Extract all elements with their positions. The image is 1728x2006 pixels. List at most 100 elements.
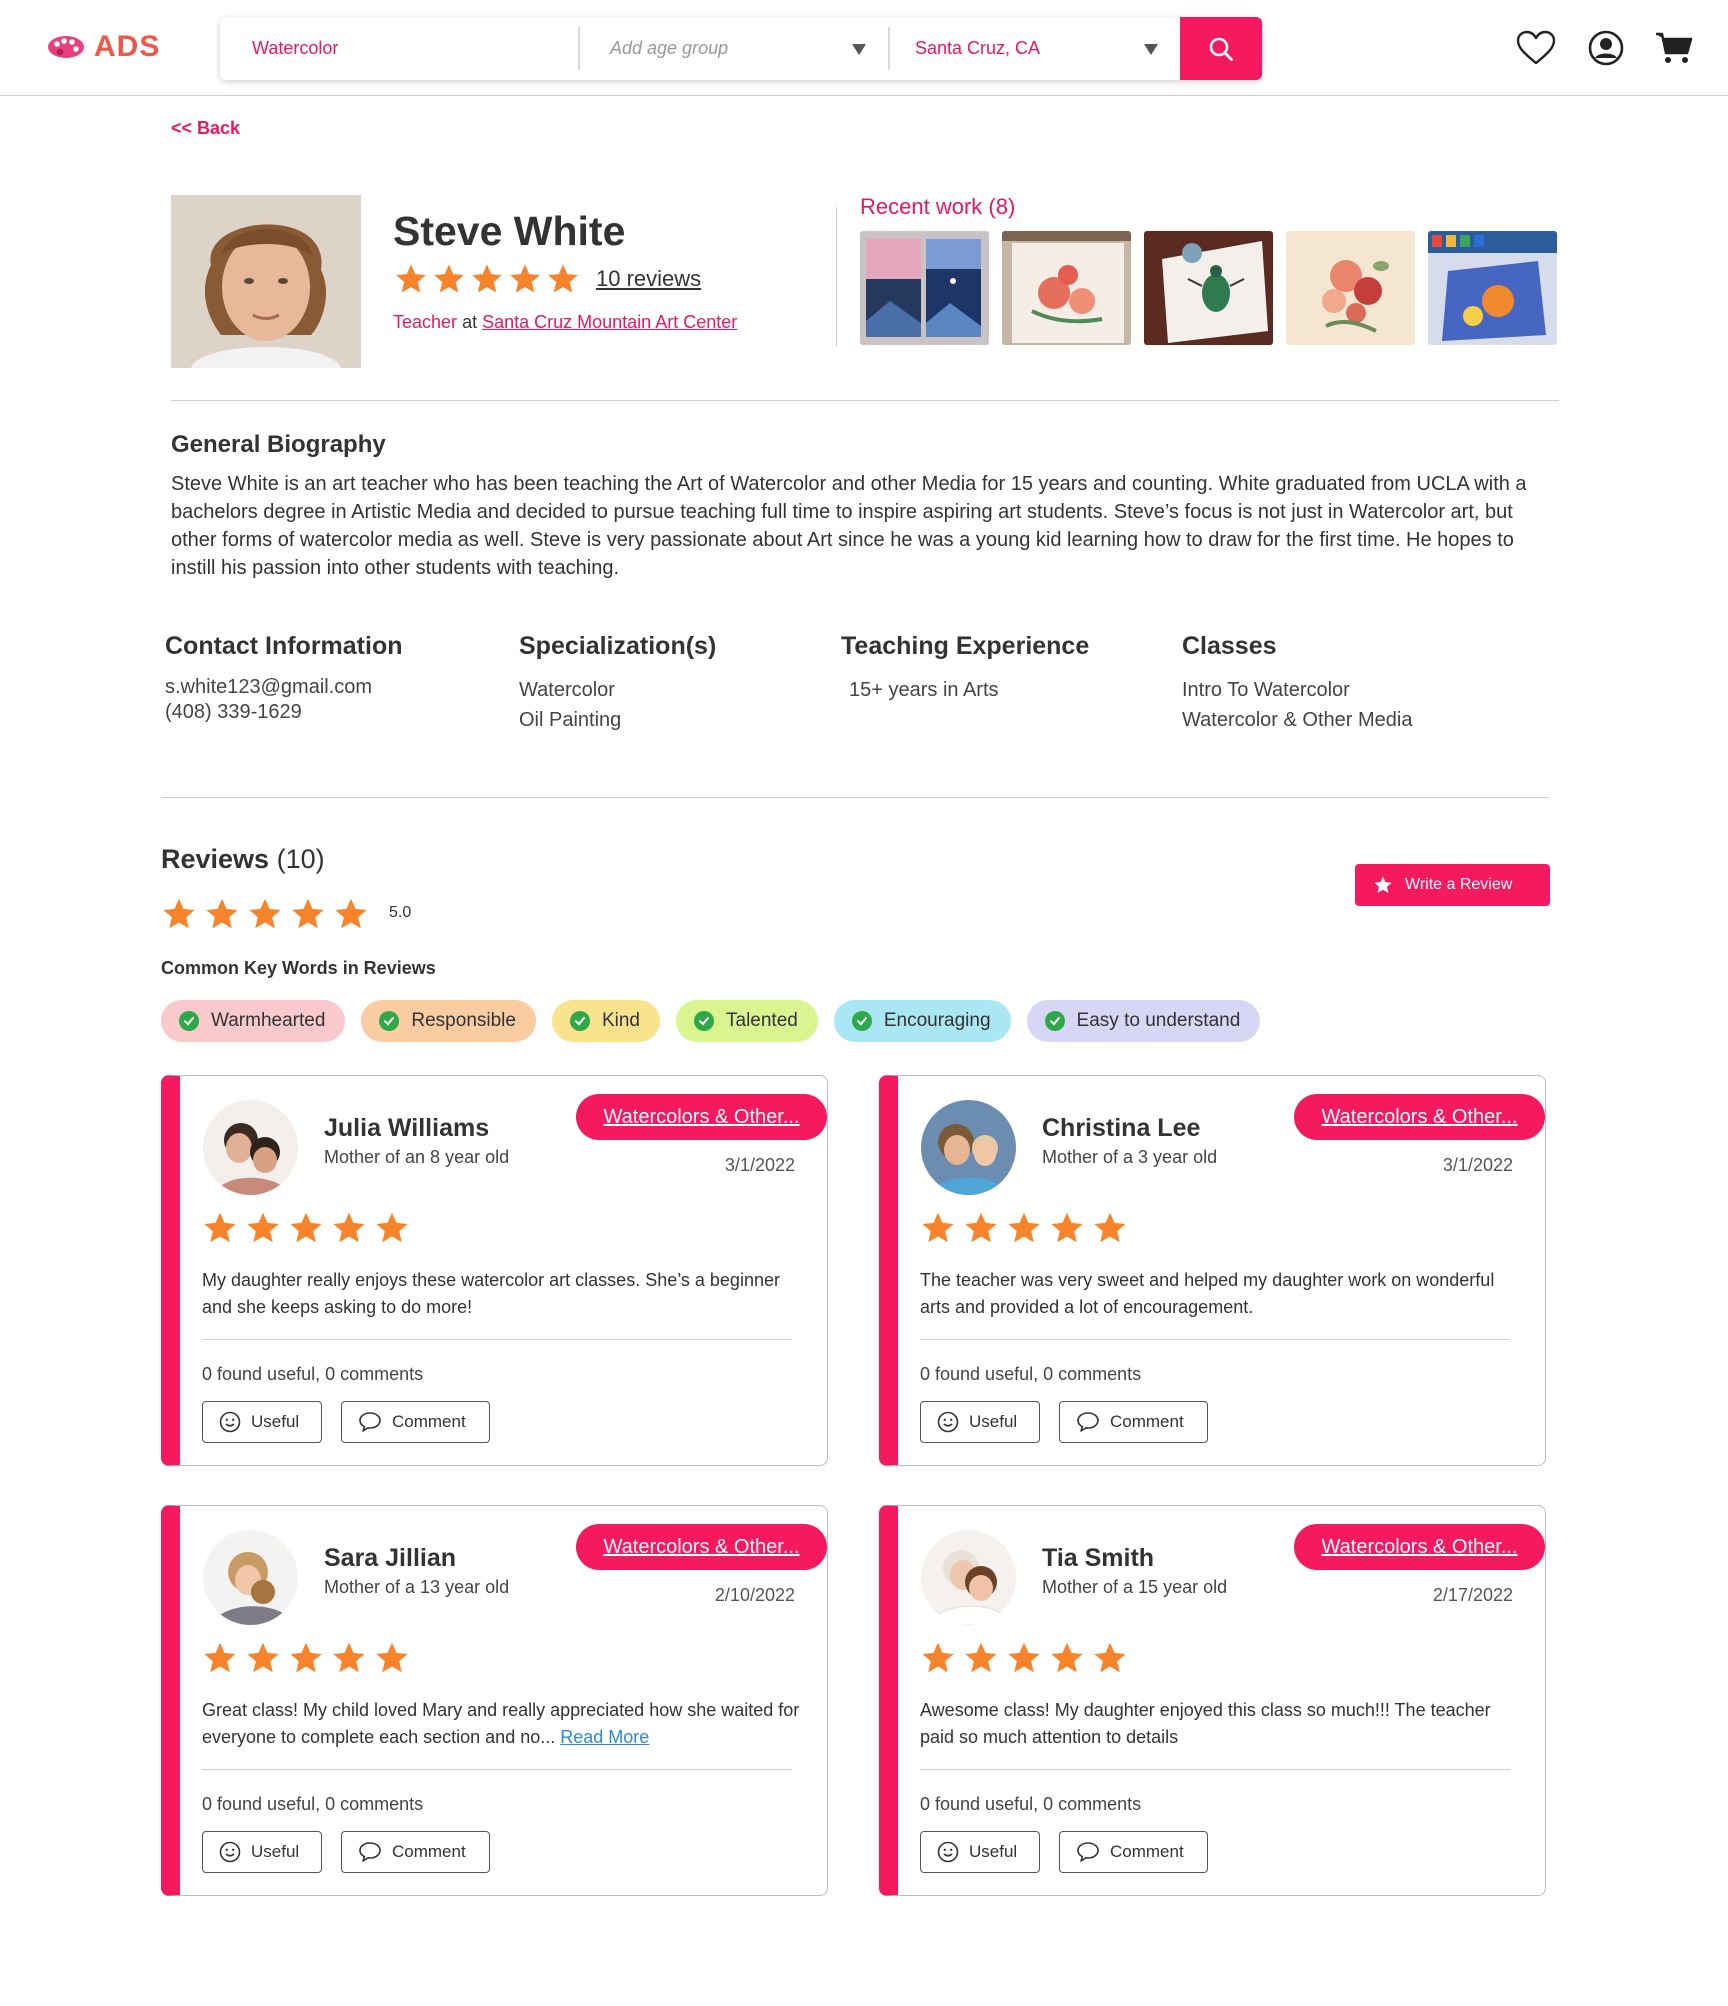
useful-label: Useful <box>251 1412 300 1431</box>
review-text: The teacher was very sweet and helped my… <box>920 1267 1520 1321</box>
review-divider <box>920 1339 1510 1340</box>
average-rating-stars <box>161 896 369 932</box>
speech-bubble-icon <box>359 1412 381 1432</box>
keyword-chip[interactable]: Talented <box>676 1000 818 1042</box>
review-card: Julia Williams Mother of an 8 year old Wat… <box>161 1075 828 1466</box>
comment-label: Comment <box>392 1842 466 1861</box>
comment-button[interactable]: Comment <box>1059 1831 1208 1873</box>
artwork-thumbnail[interactable] <box>1428 231 1557 345</box>
recent-work-title: Recent work (8) <box>860 194 1016 219</box>
star-icon <box>1094 1212 1126 1243</box>
review-rating-stars <box>920 1210 1128 1246</box>
artwork-thumbnail[interactable] <box>860 231 989 345</box>
comment-button[interactable]: Comment <box>341 1831 490 1873</box>
bio-title: General Biography <box>171 431 386 458</box>
review-card: Christina Lee Mother of a 3 year old Water… <box>879 1075 1546 1466</box>
review-date: 2/17/2022 <box>1432 1585 1513 1605</box>
keyword-chip[interactable]: Responsible <box>361 1000 536 1042</box>
affiliation-connector: at <box>462 312 478 332</box>
review-stats: 0 found useful, 0 comments <box>202 1364 424 1384</box>
star-icon <box>396 264 426 293</box>
account-button[interactable] <box>1586 28 1626 68</box>
read-more-link[interactable]: Read More <box>560 1727 649 1747</box>
comment-button[interactable]: Comment <box>341 1401 490 1443</box>
reviews-count-link[interactable]: 10 reviews <box>596 266 701 292</box>
search-bar: Watercolor Add age group Santa Cruz, CA <box>220 17 1262 80</box>
star-icon <box>434 264 464 293</box>
speech-bubble-icon <box>359 1842 381 1862</box>
star-icon <box>965 1212 997 1243</box>
keyword-chips: Warmhearted Responsible Kind Talented Encour… <box>161 1000 1261 1042</box>
review-body: Awesome class! My daughter enjoyed this … <box>920 1700 1491 1747</box>
teacher-rating-stars <box>394 262 580 296</box>
favorites-button[interactable] <box>1516 28 1556 68</box>
section-divider <box>161 797 1549 798</box>
age-group-select[interactable]: Add age group <box>578 27 888 70</box>
star-icon <box>922 1212 954 1243</box>
check-icon <box>694 1011 714 1031</box>
keyword-chip[interactable]: Warmhearted <box>161 1000 346 1042</box>
reviews-title-label: Reviews <box>161 844 270 874</box>
top-nav: ADS Watercolor Add age group Santa Cruz,… <box>0 0 1728 96</box>
reviewer-subtitle: Mother of a 3 year old <box>1042 1147 1218 1167</box>
specialization-item: Oil Painting <box>519 709 622 731</box>
comment-button[interactable]: Comment <box>1059 1401 1208 1443</box>
location-value: Santa Cruz, CA <box>915 38 1041 58</box>
logo[interactable]: ADS <box>46 30 160 64</box>
cart-button[interactable] <box>1654 28 1694 68</box>
review-stats: 0 found useful, 0 comments <box>202 1794 424 1814</box>
keyword-chip[interactable]: Kind <box>551 1000 660 1042</box>
keyword-chip[interactable]: Easy to understand <box>1026 1000 1261 1042</box>
reviewer-name: Julia Williams <box>324 1114 490 1142</box>
class-tag-link[interactable]: Watercolors & Other... <box>576 1094 827 1140</box>
search-query-input[interactable]: Watercolor <box>220 17 578 80</box>
class-tag-link[interactable]: Watercolors & Other... <box>1294 1524 1545 1570</box>
review-date: 3/1/2022 <box>1442 1155 1513 1175</box>
review-card: Tia Smith Mother of a 15 year old Watercol… <box>879 1505 1546 1896</box>
star-icon <box>965 1642 997 1673</box>
star-icon <box>247 1212 279 1243</box>
star-icon <box>335 898 367 929</box>
check-icon <box>1044 1011 1065 1031</box>
keyword-label: Kind <box>601 1010 640 1031</box>
bio-text: Steve White is an art teacher who has be… <box>171 473 1527 579</box>
class-tag-link[interactable]: Watercolors & Other... <box>576 1524 827 1570</box>
artwork-thumbnail[interactable] <box>1002 231 1131 345</box>
star-icon <box>376 1212 408 1243</box>
useful-button[interactable]: Useful <box>202 1401 322 1443</box>
artwork-thumbnail[interactable] <box>1144 231 1273 345</box>
write-review-button[interactable]: Write a Review <box>1355 864 1550 906</box>
useful-button[interactable]: Useful <box>202 1831 322 1873</box>
star-icon <box>333 1642 365 1673</box>
classes-title: Classes <box>1182 632 1277 660</box>
artwork-thumbnail[interactable] <box>1286 231 1415 345</box>
star-icon <box>1008 1212 1040 1243</box>
location-select[interactable]: Santa Cruz, CA <box>888 27 1180 70</box>
back-link[interactable]: << Back <box>171 118 240 139</box>
keyword-label: Responsible <box>411 1010 516 1031</box>
review-divider <box>202 1339 792 1340</box>
teaching-experience: Teaching Experience 15+ years in Arts <box>841 632 1089 705</box>
class-item: Watercolor & Other Media <box>1182 709 1413 731</box>
review-stats: 0 found useful, 0 comments <box>920 1794 1142 1814</box>
profile-divider <box>836 207 837 347</box>
star-icon <box>1094 1642 1126 1673</box>
useful-button[interactable]: Useful <box>920 1401 1040 1443</box>
review-rating-stars <box>920 1640 1128 1676</box>
search-icon <box>1209 37 1233 61</box>
search-button[interactable] <box>1180 17 1262 80</box>
reviews-count: (10) <box>276 844 325 874</box>
class-tag-link[interactable]: Watercolors & Other... <box>1294 1094 1545 1140</box>
contact-phone: (408) 339-1629 <box>165 701 302 723</box>
user-icon <box>1588 30 1624 66</box>
star-icon <box>249 898 281 929</box>
palette-icon <box>48 36 84 58</box>
keyword-chip[interactable]: Encouraging <box>833 1000 1011 1042</box>
star-icon <box>333 1212 365 1243</box>
useful-button[interactable]: Useful <box>920 1831 1040 1873</box>
organization-link[interactable]: Santa Cruz Mountain Art Center <box>482 312 737 332</box>
logo-text: ADS <box>94 30 161 63</box>
average-score: 5.0 <box>389 904 412 921</box>
teacher-name: Steve White <box>393 208 626 254</box>
star-icon <box>922 1642 954 1673</box>
